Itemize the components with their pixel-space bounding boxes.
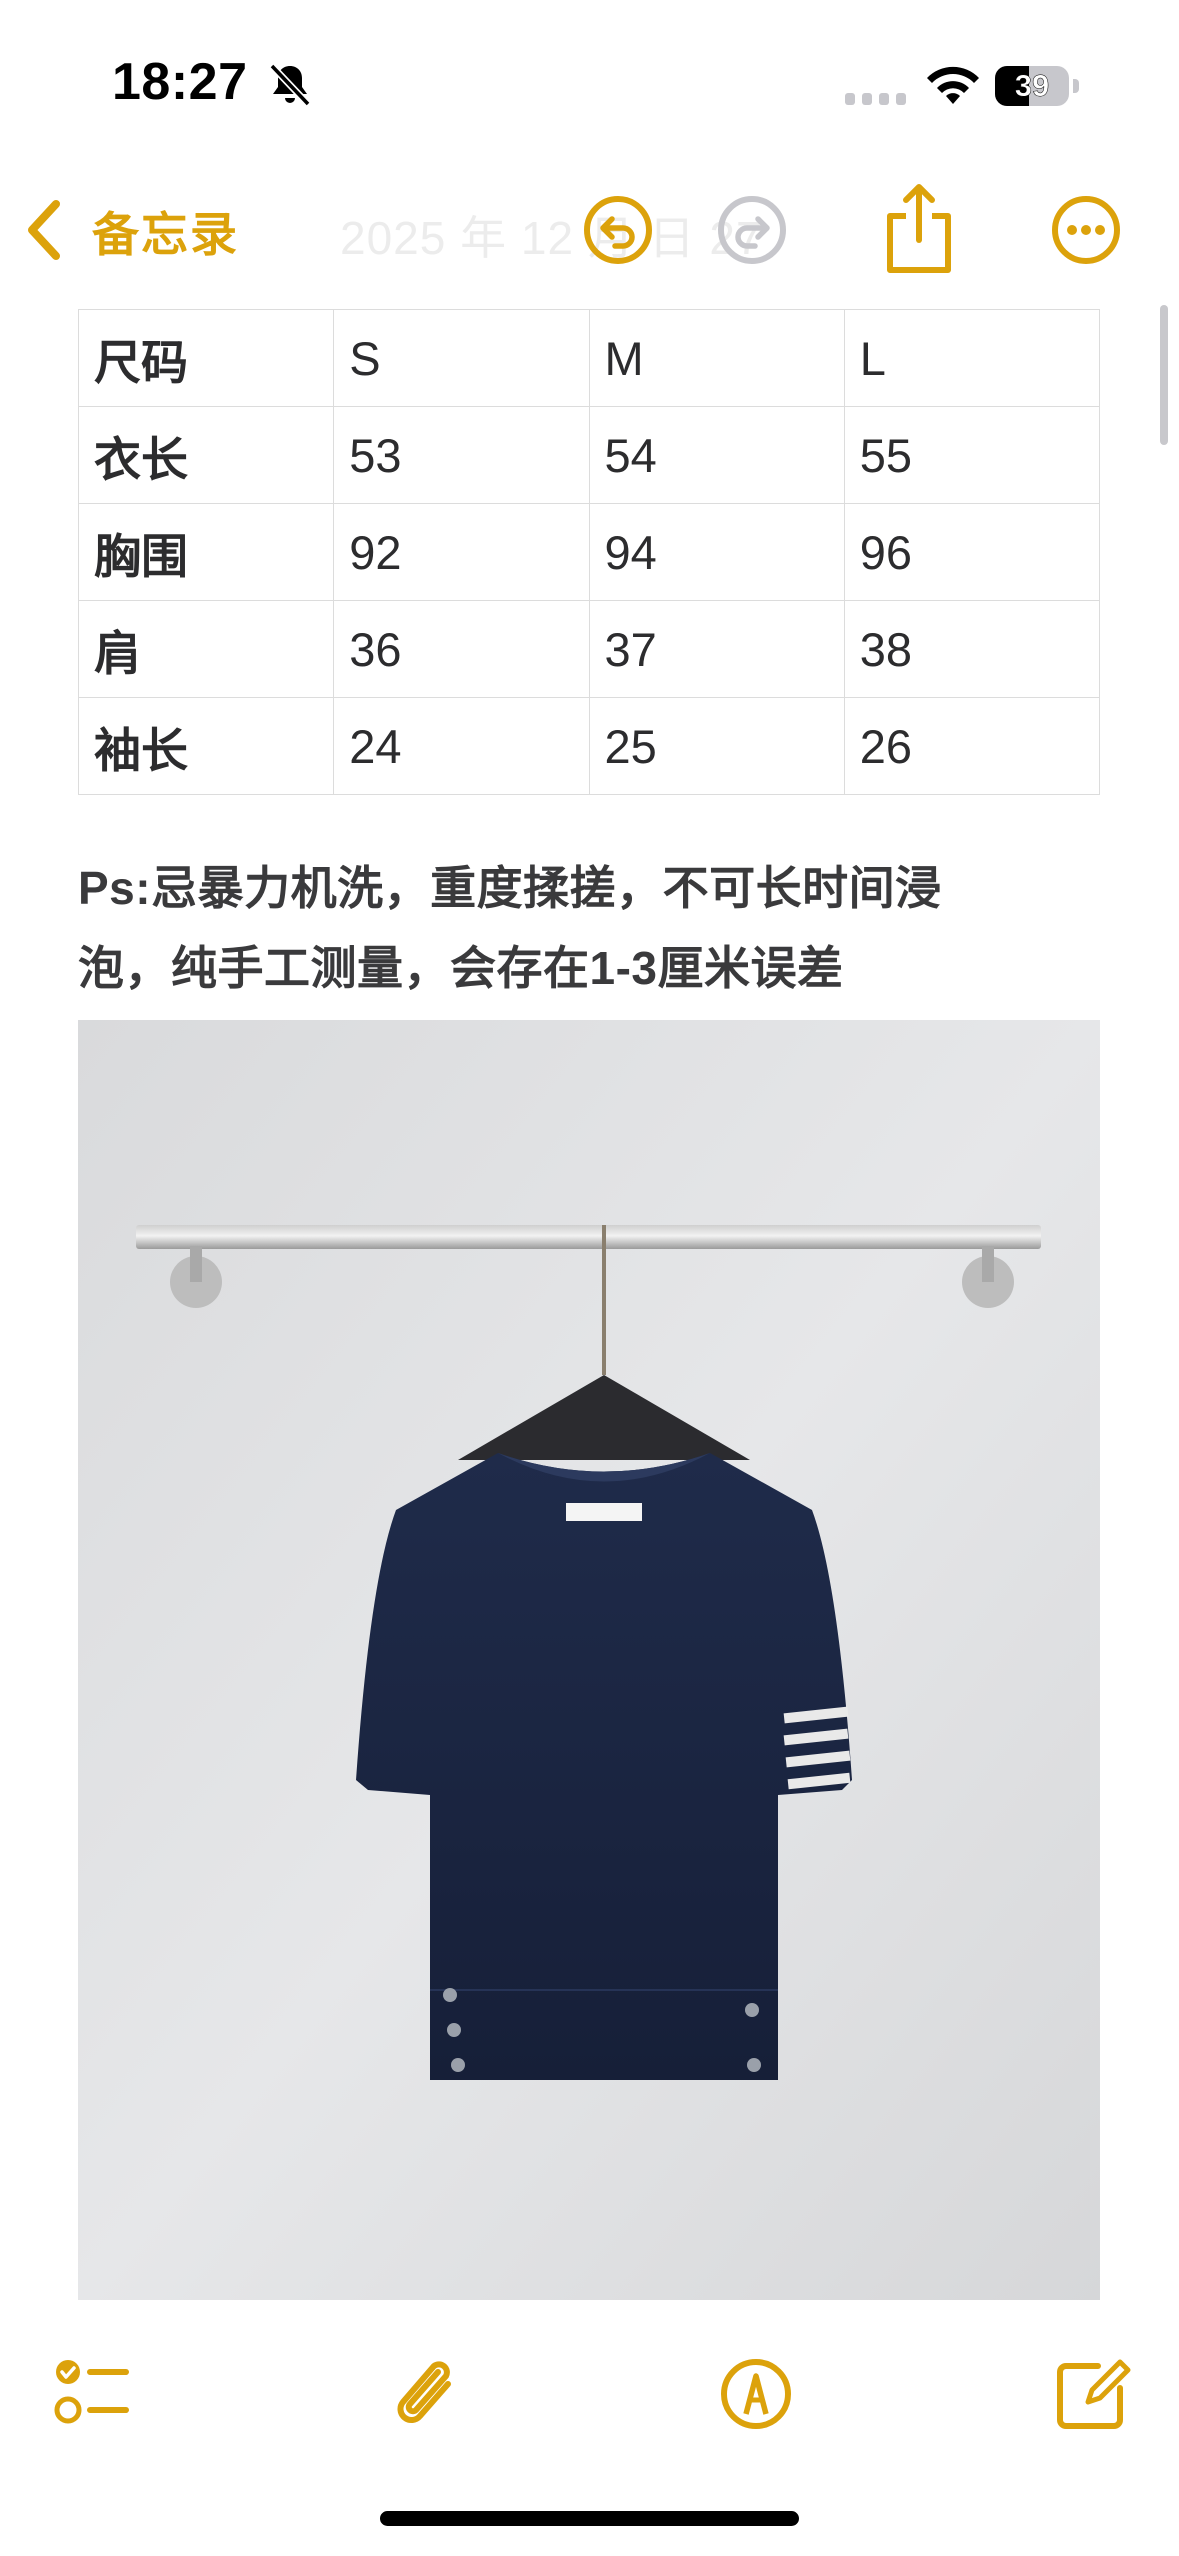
undo-icon[interactable] — [578, 190, 658, 270]
table-row: 尺码 S M L — [77, 309, 1101, 407]
battery-icon: 39 — [995, 66, 1081, 106]
table-cell[interactable]: 96 — [843, 503, 1101, 601]
checklist-icon[interactable] — [52, 2354, 132, 2434]
table-cell[interactable]: M — [588, 309, 845, 407]
table-cell[interactable]: 袖长 — [77, 697, 335, 795]
table-cell[interactable]: 55 — [843, 406, 1101, 504]
table-cell[interactable]: 25 — [588, 697, 845, 795]
bell-slash-icon — [269, 63, 311, 107]
product-photo[interactable] — [78, 1020, 1100, 2302]
status-bar: 18:27 39 — [0, 0, 1179, 150]
table-cell[interactable]: 肩 — [77, 600, 335, 698]
compose-icon[interactable] — [1052, 2354, 1132, 2434]
wifi-icon — [927, 66, 979, 104]
photo-image — [78, 1020, 1100, 2302]
more-icon[interactable] — [1046, 190, 1126, 270]
cellular-signal-icon — [845, 93, 906, 105]
size-table: 尺码 S M L 衣长 53 54 55 胸围 92 94 96 肩 36 37… — [77, 309, 1101, 795]
redo-icon[interactable] — [712, 190, 792, 270]
table-cell[interactable]: 尺码 — [77, 309, 335, 407]
table-cell[interactable]: 53 — [333, 406, 590, 504]
table-row: 袖长 24 25 26 — [77, 697, 1101, 795]
home-indicator[interactable] — [380, 2511, 799, 2526]
note-body-text[interactable]: Ps:忌暴力机洗，重度揉搓，不可长时间浸 泡，纯手工测量，会存在1-3厘米误差 — [78, 848, 1118, 1008]
nav-bar: 2025 年 12 月 日 27 备忘录 — [0, 160, 1179, 300]
battery-level: 39 — [1014, 68, 1050, 104]
table-cell[interactable]: 衣长 — [77, 406, 335, 504]
back-label: 备忘录 — [92, 207, 239, 261]
table-cell[interactable]: 38 — [843, 600, 1101, 698]
table-cell[interactable]: S — [333, 309, 590, 407]
share-icon[interactable] — [882, 182, 956, 276]
note-line: 泡，纯手工测量，会存在1-3厘米误差 — [78, 942, 844, 994]
markup-pen-icon[interactable] — [716, 2354, 796, 2434]
table-row: 衣长 53 54 55 — [77, 406, 1101, 504]
table-cell[interactable]: L — [843, 309, 1101, 407]
table-cell[interactable]: 36 — [333, 600, 590, 698]
table-cell[interactable]: 94 — [588, 503, 845, 601]
faded-note-date: 2025 年 12 月 日 27 — [340, 212, 763, 264]
back-button[interactable]: 备忘录 — [22, 190, 239, 270]
table-cell[interactable]: 胸围 — [77, 503, 335, 601]
status-time: 18:27 — [112, 53, 248, 111]
table-cell[interactable]: 24 — [333, 697, 590, 795]
table-row: 胸围 92 94 96 — [77, 503, 1101, 601]
table-cell[interactable]: 37 — [588, 600, 845, 698]
table-row: 肩 36 37 38 — [77, 600, 1101, 698]
scroll-indicator[interactable] — [1160, 305, 1168, 445]
chevron-left-icon — [28, 200, 60, 260]
table-cell[interactable]: 54 — [588, 406, 845, 504]
table-cell[interactable]: 26 — [843, 697, 1101, 795]
paperclip-icon[interactable] — [388, 2354, 468, 2434]
note-line: Ps:忌暴力机洗，重度揉搓，不可长时间浸 — [78, 862, 942, 914]
table-cell[interactable]: 92 — [333, 503, 590, 601]
